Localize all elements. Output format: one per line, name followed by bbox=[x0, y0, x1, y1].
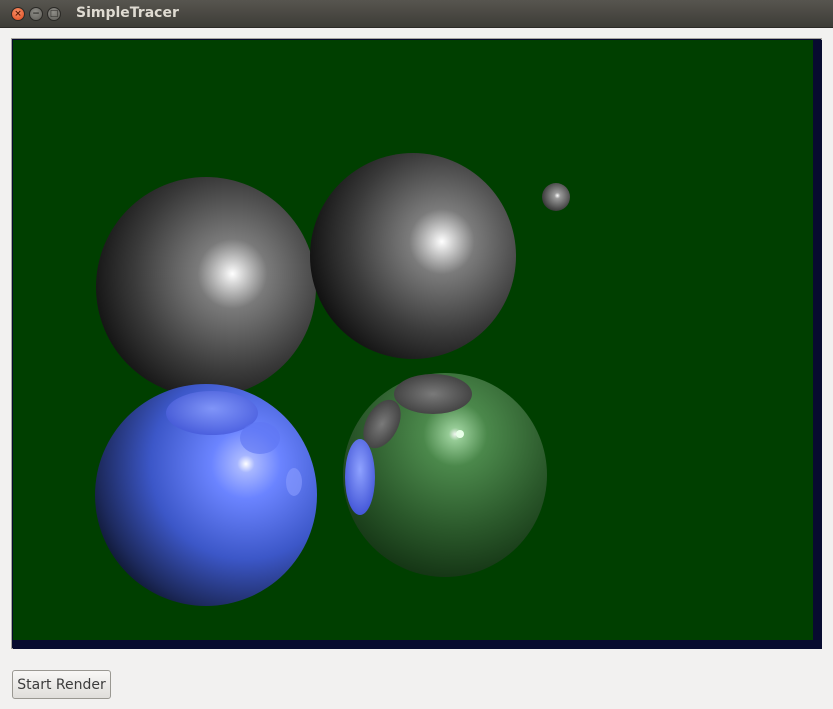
blue-sphere-reflection bbox=[240, 422, 280, 454]
minimize-icon[interactable]: − bbox=[29, 7, 43, 21]
maximize-icon[interactable]: □ bbox=[47, 7, 61, 21]
window-title: SimpleTracer bbox=[76, 5, 179, 21]
title-bar: × − □ SimpleTracer bbox=[0, 0, 833, 28]
close-icon[interactable]: × bbox=[11, 7, 25, 21]
green-sphere-highlight bbox=[456, 430, 464, 438]
gray-sphere-left bbox=[96, 177, 316, 397]
render-output-image bbox=[13, 40, 822, 649]
green-sphere-reflection bbox=[345, 439, 375, 515]
render-border-right bbox=[813, 40, 822, 649]
start-render-button[interactable]: Start Render bbox=[12, 670, 111, 699]
blue-sphere-reflection bbox=[286, 468, 302, 496]
gray-sphere-center bbox=[310, 153, 516, 359]
render-border-bottom bbox=[13, 640, 822, 649]
green-sphere-reflection bbox=[394, 374, 472, 414]
gray-sphere-small bbox=[542, 183, 570, 211]
render-canvas bbox=[11, 38, 822, 649]
